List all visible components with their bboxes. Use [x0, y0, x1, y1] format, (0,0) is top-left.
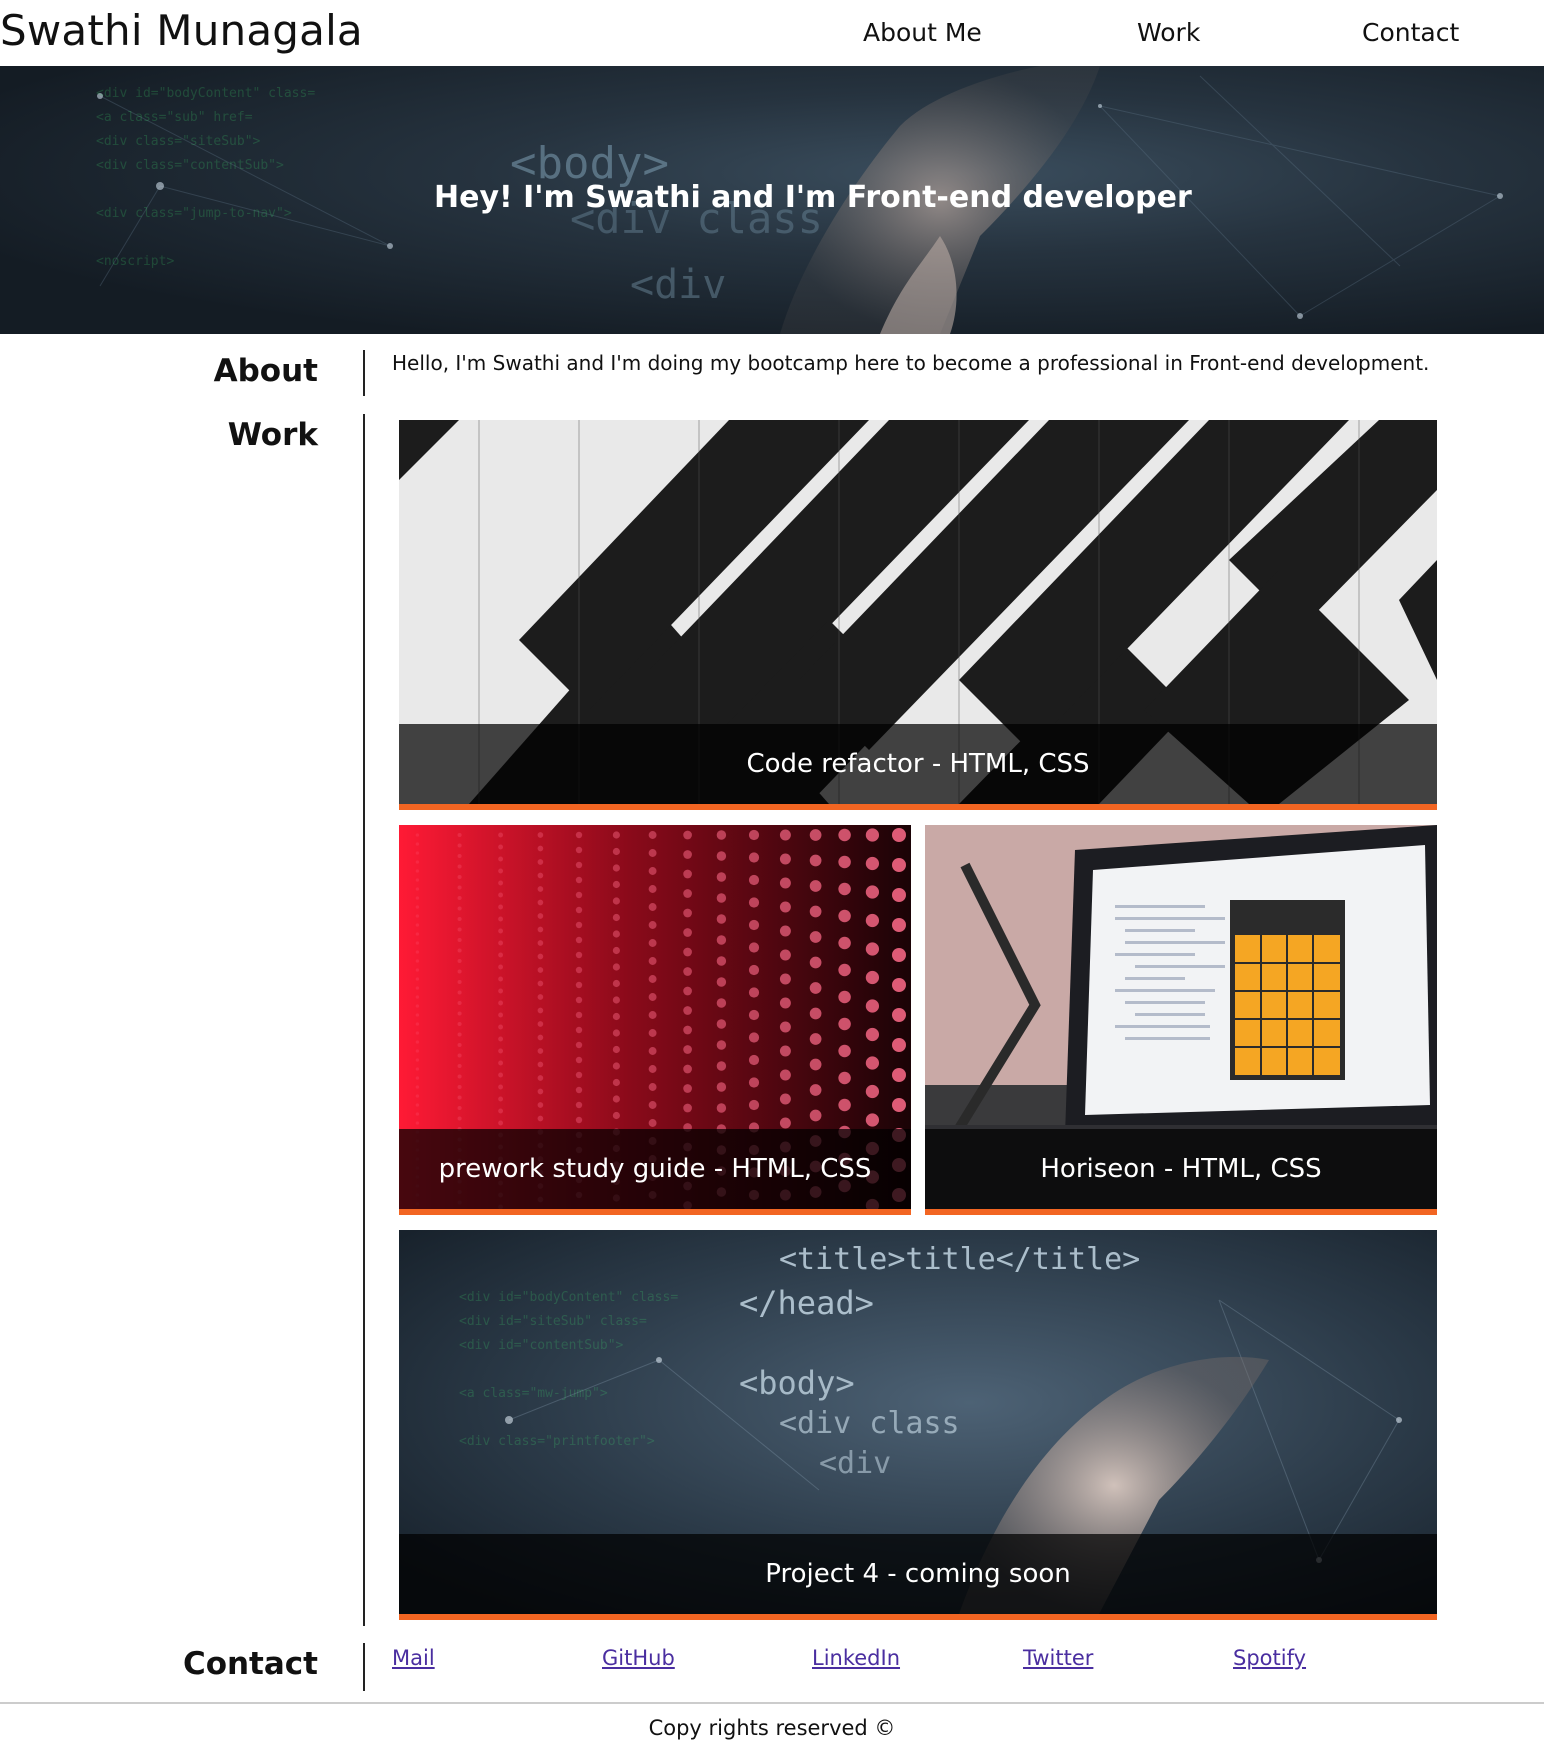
project-card-code-refactor[interactable]: Code refactor - HTML, CSS: [399, 420, 1437, 810]
contact-link-mail[interactable]: Mail: [392, 1646, 435, 1670]
project-4-code-decoration: <div class: [779, 1406, 960, 1441]
hero-title: Hey! I'm Swathi and I'm Front-end develo…: [434, 180, 1192, 215]
contact-link-github[interactable]: GitHub: [602, 1646, 675, 1670]
about-heading: About: [213, 353, 318, 389]
project-4-code-decoration: <title>title</title>: [779, 1242, 1141, 1277]
footer-copyright: Copy rights reserved ©: [648, 1716, 896, 1740]
contact-link-linkedin[interactable]: LinkedIn: [812, 1646, 900, 1670]
hero-code-decoration: <noscript>: [96, 254, 175, 269]
about-divider: [363, 350, 365, 396]
hero-code-decoration: <div: [630, 262, 727, 308]
nav-about-me[interactable]: About Me: [863, 18, 982, 47]
project-caption: Project 4 - coming soon: [399, 1534, 1437, 1614]
nav-work[interactable]: Work: [1137, 18, 1200, 47]
work-divider: [363, 414, 365, 1626]
project-4-code-decoration: <div id="contentSub">: [459, 1338, 624, 1353]
project-caption: Code refactor - HTML, CSS: [399, 724, 1437, 804]
project-4-code-decoration: <a class="mw-jump">: [459, 1386, 608, 1401]
project-4-code-decoration: <div id="siteSub" class=: [459, 1314, 647, 1329]
project-4-code-decoration: <div class="printfooter">: [459, 1434, 655, 1449]
hero-code-decoration: <div class="jump-to-nav">: [96, 206, 292, 221]
project-card-horiseon[interactable]: Horiseon - HTML, CSS: [925, 825, 1437, 1215]
site-brand: Swathi Munagala: [0, 6, 363, 55]
project-card-project-4[interactable]: <title>title</title> </head> <body> <div…: [399, 1230, 1437, 1620]
project-4-code-decoration: <body>: [739, 1364, 855, 1402]
project-caption: prework study guide - HTML, CSS: [399, 1129, 911, 1209]
project-4-code-decoration: </head>: [739, 1284, 874, 1322]
contact-heading: Contact: [182, 1646, 318, 1682]
contact-link-twitter[interactable]: Twitter: [1023, 1646, 1093, 1670]
hero-banner: <body> <div class <div <div id="bodyCont…: [0, 66, 1544, 334]
project-4-code-decoration: <div id="bodyContent" class=: [459, 1290, 679, 1305]
work-heading: Work: [227, 417, 318, 453]
hero-code-decoration: <div class="siteSub">: [96, 134, 261, 149]
about-text: Hello, I'm Swathi and I'm doing my bootc…: [392, 351, 1430, 375]
nav-contact[interactable]: Contact: [1362, 18, 1459, 47]
contact-link-spotify[interactable]: Spotify: [1233, 1646, 1306, 1670]
site-header: Swathi Munagala About Me Work Contact: [0, 0, 1544, 66]
project-4-code-decoration: <div: [819, 1446, 892, 1481]
footer-divider: [0, 1702, 1544, 1704]
hero-code-decoration: <div id="bodyContent" class=: [96, 86, 316, 101]
contact-divider: [363, 1643, 365, 1691]
project-caption: Horiseon - HTML, CSS: [925, 1129, 1437, 1209]
project-card-prework-study-guide[interactable]: prework study guide - HTML, CSS: [399, 825, 911, 1215]
hero-code-decoration: <div class="contentSub">: [96, 158, 284, 173]
hero-code-decoration: <a class="sub" href=: [96, 110, 253, 125]
